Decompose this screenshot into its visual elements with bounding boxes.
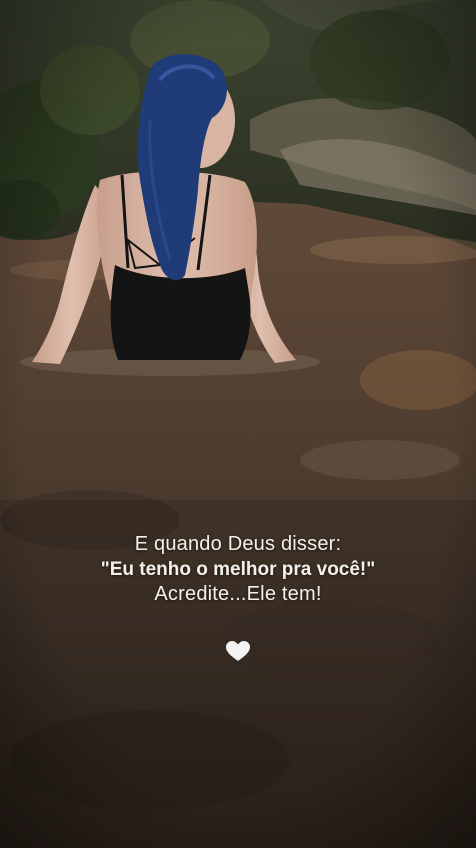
story-caption: E quando Deus disser: "Eu tenho o melhor… [0,532,476,607]
story-view: E quando Deus disser: "Eu tenho o melhor… [0,0,476,848]
photo-background [0,0,476,848]
caption-line-2: "Eu tenho o melhor pra você!" [100,559,376,580]
caption-line-3: Acredite...Ele tem! [154,583,322,605]
white-heart-icon [226,641,250,661]
caption-line-1: E quando Deus disser: [134,533,342,555]
